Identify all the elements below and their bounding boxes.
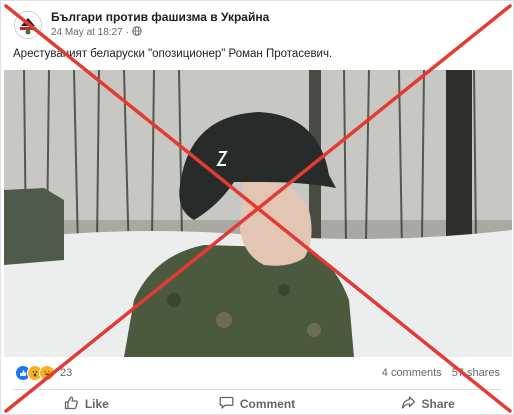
actions-divider [13, 389, 501, 390]
comments-count-link[interactable]: 4 comments [382, 367, 442, 379]
post-timestamp[interactable]: 24 May at 18:27 [51, 27, 123, 38]
post-header: Българи против фашизма в Украйна 24 May … [1, 1, 513, 45]
like-button[interactable]: Like [1, 391, 172, 414]
share-icon [401, 395, 416, 413]
globe-icon [132, 26, 142, 39]
comment-icon [219, 395, 234, 413]
post-stats: 23 4 comments 57 shares [1, 361, 513, 383]
post-meta: 24 May at 18:27 · [51, 26, 142, 39]
post-actions: Like Comment Share [1, 391, 513, 414]
share-button[interactable]: Share [342, 391, 513, 414]
post-card: Българи против фашизма в Украйна 24 May … [0, 0, 514, 415]
like-label: Like [84, 396, 109, 411]
stats-right: 4 comments 57 shares [382, 367, 500, 379]
shares-count-link[interactable]: 57 shares [452, 367, 500, 379]
reaction-count: 23 [60, 367, 73, 379]
page-avatar[interactable] [14, 11, 42, 39]
meta-separator: · [125, 27, 130, 38]
page-name[interactable]: Българи против фашизма в Украйна [51, 10, 269, 24]
post-text: Арестуваният беларуски "опозиционер" Ром… [13, 48, 333, 60]
thumbs-up-icon [64, 395, 79, 413]
post-photo[interactable] [4, 70, 512, 357]
share-label: Share [421, 396, 455, 411]
comment-label: Comment [239, 396, 296, 411]
reactions-summary[interactable]: 23 [15, 365, 72, 381]
haha-icon [39, 365, 55, 381]
comment-button[interactable]: Comment [172, 391, 343, 414]
